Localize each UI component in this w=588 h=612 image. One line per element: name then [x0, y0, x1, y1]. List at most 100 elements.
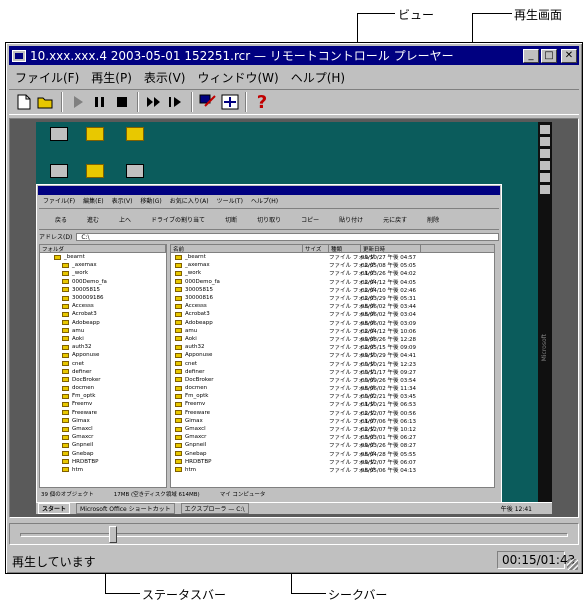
remote-file-name-cell: Freeware: [171, 410, 303, 416]
toolbar-separator: [191, 92, 193, 112]
folder-icon: [175, 270, 182, 276]
folder-icon: [62, 262, 69, 268]
remote-col-type: 種類: [329, 245, 361, 253]
player-window: 10.xxx.xxx.4 2003-05-01 152251.rcr — リモー…: [5, 42, 583, 574]
playback-time: 00:15/01:43: [497, 551, 575, 569]
search-icon: [126, 164, 144, 178]
folder-icon: [62, 303, 69, 309]
office-bar-icon: [540, 185, 550, 194]
title-bar[interactable]: 10.xxx.xxx.4 2003-05-01 152251.rcr — リモー…: [9, 46, 579, 65]
remote-explorer-status: 39 個のオブジェクト 17MB (空きディスク領域 614MB) マイ コンピ…: [39, 490, 499, 498]
remote-file-row: Gnpneil ファイル フォルダ 99/03/26 午後 08:27: [171, 441, 494, 449]
remote-file-date: 02/05/08 午後 05:05: [361, 263, 417, 270]
remote-file-type: ファイル フォルダ: [329, 287, 375, 294]
minimize-button[interactable]: _: [523, 48, 539, 63]
close-button[interactable]: ✕: [561, 48, 577, 63]
folder-icon: [86, 164, 104, 178]
folder-icon: [175, 328, 182, 334]
remote-tree-item: htm: [40, 466, 166, 474]
fast-forward-icon[interactable]: [143, 91, 165, 113]
remote-file-name: Aoki: [185, 335, 197, 342]
office-bar-icon: [540, 137, 550, 146]
remote-file-date: 98/06/02 午後 03:04: [361, 312, 417, 319]
remote-file-name-cell: auth32: [171, 344, 303, 350]
remote-file-name-cell: Gnebap: [171, 451, 303, 457]
help-icon[interactable]: ?: [251, 91, 273, 113]
folder-icon: [175, 401, 182, 407]
remote-list-header: 名前 サイズ 種類 更新日時: [171, 245, 494, 253]
remote-file-row: Gimax ファイル フォルダ 01/07/06 午後 06:13: [171, 417, 494, 425]
remote-file-row: docmen ファイル フォルダ 98/06/02 午後 11:34: [171, 384, 494, 392]
remote-tree-item: amu: [40, 327, 166, 335]
remote-tree-item: Acrobat3: [40, 310, 166, 318]
seek-thumb[interactable]: [109, 526, 118, 543]
remote-file-name: HRDBTBP: [185, 458, 212, 465]
folder-icon: [175, 295, 182, 301]
remote-file-name-cell: Accesss: [171, 303, 303, 309]
remote-file-type: ファイル フォルダ: [329, 353, 375, 360]
remote-file-name: auth32: [185, 344, 205, 351]
remote-tree-item-label: Gmaxcr: [72, 434, 94, 441]
remote-tree-item-label: Gnpneil: [72, 442, 94, 449]
play-icon[interactable]: [67, 91, 89, 113]
remote-tree-item: Gmaxcr: [40, 433, 166, 441]
folder-icon: [62, 287, 69, 293]
remote-tree-item: _bearnt: [40, 253, 166, 261]
remote-file-name-cell: Gmaxcl: [171, 426, 303, 432]
maximize-button[interactable]: □: [541, 48, 557, 63]
folder-icon: [62, 434, 69, 440]
connect-icon[interactable]: [197, 91, 219, 113]
folder-icon: [62, 459, 69, 465]
remote-file-date: 99/12/07 午後 06:07: [361, 459, 417, 466]
folder-icon: [175, 311, 182, 317]
remote-tree-item-label: Freeware: [72, 409, 98, 416]
folder-icon: [175, 393, 182, 399]
folder-icon: [175, 442, 182, 448]
remote-file-name-cell: Fm_optk: [171, 393, 303, 399]
remote-file-name: Gmaxcr: [185, 434, 207, 441]
remote-file-name-cell: cnet: [171, 361, 303, 367]
remote-tool: 元に戻す: [383, 216, 408, 224]
folder-icon: [175, 451, 182, 457]
open-icon[interactable]: [35, 91, 57, 113]
menu-play[interactable]: 再生(P): [85, 69, 138, 86]
callout-playback-line-h: [472, 13, 512, 14]
menu-window[interactable]: ウィンドウ(W): [191, 69, 284, 86]
menu-help[interactable]: ヘルプ(H): [285, 69, 351, 86]
remote-file-type: ファイル フォルダ: [329, 418, 375, 425]
remote-tool: ドライブの割り当て: [151, 216, 206, 224]
remote-file-name-cell: Adobeapp: [171, 320, 303, 326]
remote-col-name: 名前: [171, 245, 303, 253]
menu-file[interactable]: ファイル(F): [9, 69, 85, 86]
remote-file-type: ファイル フォルダ: [329, 279, 375, 286]
new-icon[interactable]: [13, 91, 35, 113]
step-icon[interactable]: [165, 91, 187, 113]
remote-file-date: 02/04/12 午後 04:05: [361, 279, 417, 286]
remote-file-name: Gmaxcl: [185, 426, 206, 433]
remote-tree-item: Aoki: [40, 335, 166, 343]
seek-bar[interactable]: [9, 523, 579, 545]
remote-tree-item-label: docmen: [72, 385, 95, 392]
remote-file-name: _bearnt: [185, 254, 206, 261]
folder-icon: [62, 426, 69, 432]
seek-track[interactable]: [20, 533, 568, 537]
remote-file-type: ファイル フォルダ: [329, 263, 375, 270]
office-bar-icon: [540, 149, 550, 158]
remote-tree-item: Accesss: [40, 302, 166, 310]
remote-tree-item-label: HRDBTBP: [72, 458, 99, 465]
folder-icon: [62, 401, 69, 407]
folder-icon: [62, 336, 69, 342]
fit-icon[interactable]: [219, 91, 241, 113]
remote-file-row: HRDBTBP ファイル フォルダ 99/12/07 午後 06:07: [171, 458, 494, 466]
menu-view[interactable]: 表示(V): [138, 69, 192, 86]
stop-icon[interactable]: [111, 91, 133, 113]
folder-icon: [175, 426, 182, 432]
remote-file-row: cnet ファイル フォルダ 00/10/21 午後 12:23: [171, 359, 494, 368]
remote-address-value: C:\: [76, 232, 499, 241]
folder-icon: [62, 361, 69, 367]
pause-icon[interactable]: [89, 91, 111, 113]
callout-view-label: ビュー: [398, 8, 435, 22]
remote-file-name-cell: _axemax: [171, 262, 303, 268]
resize-grip[interactable]: [567, 559, 578, 570]
remote-file-name-cell: Apponuse: [171, 352, 303, 358]
